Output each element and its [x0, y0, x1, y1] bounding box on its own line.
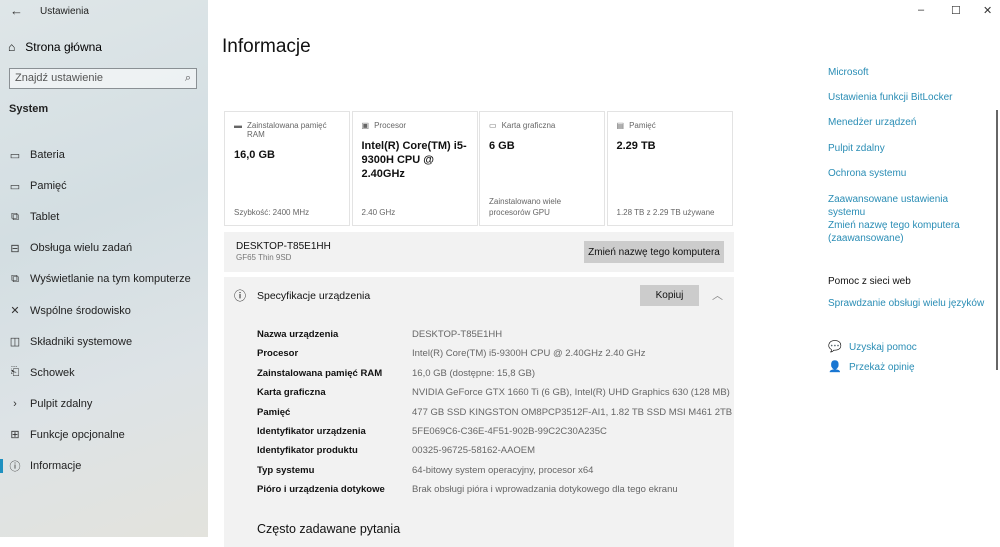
card-icon: ▤	[616, 121, 625, 130]
spec-row: Pióro i urządzenia dotykowe Brak obsługi …	[257, 484, 678, 496]
nav-icon: ›	[13, 397, 17, 410]
help-icon: 💬	[828, 341, 842, 353]
sidebar: ← Ustawienia ⌂ Strona główna Znajdź ustaw…	[0, 0, 208, 537]
sidebar-item[interactable]: ✕ Wspólne środowisko	[0, 299, 208, 323]
sidebar-item[interactable]: ⊞ Funkcje opcjonalne	[0, 423, 208, 447]
summary-card: ▤ Pamięć 2.29 TB 1.28 TB z 2.29 TB używane	[606, 111, 733, 226]
search-input[interactable]: Znajdź ustawienie ⌕	[9, 68, 197, 89]
sidebar-item-label: Wspólne środowisko	[30, 304, 131, 317]
nav-icon: ⓘ	[9, 461, 21, 473]
sidebar-item[interactable]: › Pulpit zdalny	[0, 392, 208, 416]
rename-button[interactable]: Zmień nazwę tego komputera	[584, 241, 724, 263]
device-specs: ⓘ Specyfikacje urządzenia Kopiuj ︿ Nazwa…	[224, 277, 734, 547]
nav-icon: ⧉	[11, 210, 19, 223]
nav-icon: ⊞	[10, 429, 20, 442]
copy-button[interactable]: Kopiuj	[640, 285, 699, 306]
related-link[interactable]: Zmień nazwę tego komputera (zaawansowane…	[828, 219, 978, 245]
close-button[interactable]: ✕	[983, 4, 992, 17]
sidebar-item-label: Pamięć	[30, 180, 67, 193]
scrollbar[interactable]	[996, 110, 998, 370]
spec-row: Zainstalowana pamięć RAM 16,0 GB (dostępn…	[257, 367, 536, 379]
related-link[interactable]: Menedżer urządzeń	[828, 116, 978, 129]
sidebar-item-label: Funkcje opcjonalne	[30, 428, 125, 441]
app-title: Ustawienia	[40, 6, 89, 17]
sidebar-item[interactable]: ◫ Składniki systemowe	[0, 330, 208, 354]
device-name-box: DESKTOP-T85E1HH GF65 Thin 9SD Zmień nazw…	[224, 232, 734, 272]
sidebar-item[interactable]: ▭ Pamięć	[0, 174, 208, 198]
nav-icon: ⎗	[10, 366, 20, 379]
sidebar-item[interactable]: ⊟ Obsługa wielu zadań	[0, 236, 208, 260]
related-link[interactable]: Microsoft	[828, 66, 978, 79]
sidebar-home[interactable]: ⌂ Strona główna	[8, 40, 102, 54]
spec-row: Identyfikator produktu 00325-96725-58162-…	[257, 445, 536, 457]
sidebar-item-label: Wyświetlanie na tym komputerze	[30, 273, 191, 286]
spec-row: Typ systemu 64-bitowy system operacyjny, …	[257, 464, 594, 476]
sidebar-item-label: Obsługa wielu zadań	[30, 242, 133, 255]
summary-card: ▣ Procesor Intel(R) Core(TM) i5-9300H CPU …	[351, 111, 478, 226]
home-icon: ⌂	[8, 40, 16, 54]
card-icon: ▬	[234, 121, 242, 130]
sidebar-item[interactable]: ▭ Bateria	[0, 143, 208, 167]
summary-card: ▬ Zainstalowana pamięć RAM 16,0 GB Szybkość…	[224, 111, 350, 226]
spec-row: Pamięć 477 GB SSD KINGSTON OM8PCP3512F-AI…	[257, 406, 733, 418]
page-title: Informacje	[222, 36, 311, 57]
sidebar-item[interactable]: ⧉ Tablet	[0, 205, 208, 229]
sidebar-item-label: Schowek	[30, 366, 75, 379]
sidebar-item[interactable]: ⓘ Informacje	[0, 454, 208, 478]
faq-title: Często zadawane pytania	[257, 522, 401, 536]
sidebar-item-label: Składniki systemowe	[30, 335, 133, 348]
sidebar-item-label: Informacje	[30, 460, 82, 472]
sidebar-item[interactable]: ⧉ Wyświetlanie na tym komputerze	[0, 267, 208, 291]
nav-icon: ◫	[9, 336, 21, 349]
related-link[interactable]: Ochrona systemu	[828, 167, 978, 180]
minimize-button[interactable]: –	[918, 4, 924, 16]
related-link[interactable]: Zaawansowane ustawienia systemu	[828, 193, 978, 219]
spec-row: Identyfikator urządzenia 5FE069C6-C36E-4F…	[257, 426, 607, 437]
info-icon: ⓘ	[234, 289, 247, 303]
nav-icon: ⊟	[10, 242, 20, 255]
collapse-chevron-icon[interactable]: ︿	[712, 287, 723, 303]
sidebar-item[interactable]: ⎗ Schowek	[0, 361, 208, 385]
section-title: System	[9, 103, 49, 115]
search-icon: ⌕	[184, 72, 191, 84]
back-button[interactable]: ←	[10, 3, 23, 18]
get-help-link[interactable]: Uzyskaj pomoc	[849, 341, 917, 354]
feedback-icon: 👤	[828, 361, 842, 373]
nav-icon: ▭	[9, 149, 21, 162]
spec-row: Karta graficzna NVIDIA GeForce GTX 1660 T…	[257, 387, 730, 399]
link-multilang[interactable]: Sprawdzanie obsługi wielu języków	[828, 297, 984, 310]
maximize-button[interactable]: ☐	[951, 4, 961, 17]
card-icon: ▣	[361, 121, 370, 130]
web-help-title: Pomoc z sieci web	[828, 276, 911, 287]
related-link[interactable]: Ustawienia funkcji BitLocker	[828, 91, 978, 104]
sidebar-item-label: Pulpit zdalny	[30, 397, 93, 410]
sidebar-item-label: Bateria	[30, 149, 65, 161]
spec-title: Specyfikacje urządzenia	[257, 290, 371, 302]
spec-row: Nazwa urządzenia DESKTOP-T85E1HH	[257, 329, 503, 340]
spec-row: Procesor Intel(R) Core(TM) i5-9300H CPU @…	[257, 348, 646, 360]
card-icon: ▭	[489, 121, 497, 130]
nav-icon: ▭	[9, 180, 21, 193]
nav-icon: ⧉	[11, 272, 19, 285]
sidebar-item-label: Tablet	[30, 211, 60, 224]
related-link[interactable]: Pulpit zdalny	[828, 142, 978, 155]
feedback-link[interactable]: Przekaż opinię	[849, 361, 915, 374]
nav-icon: ✕	[10, 305, 20, 317]
summary-card: ▭ Karta graficzna 6 GB Zainstalowano wiele …	[479, 111, 605, 226]
